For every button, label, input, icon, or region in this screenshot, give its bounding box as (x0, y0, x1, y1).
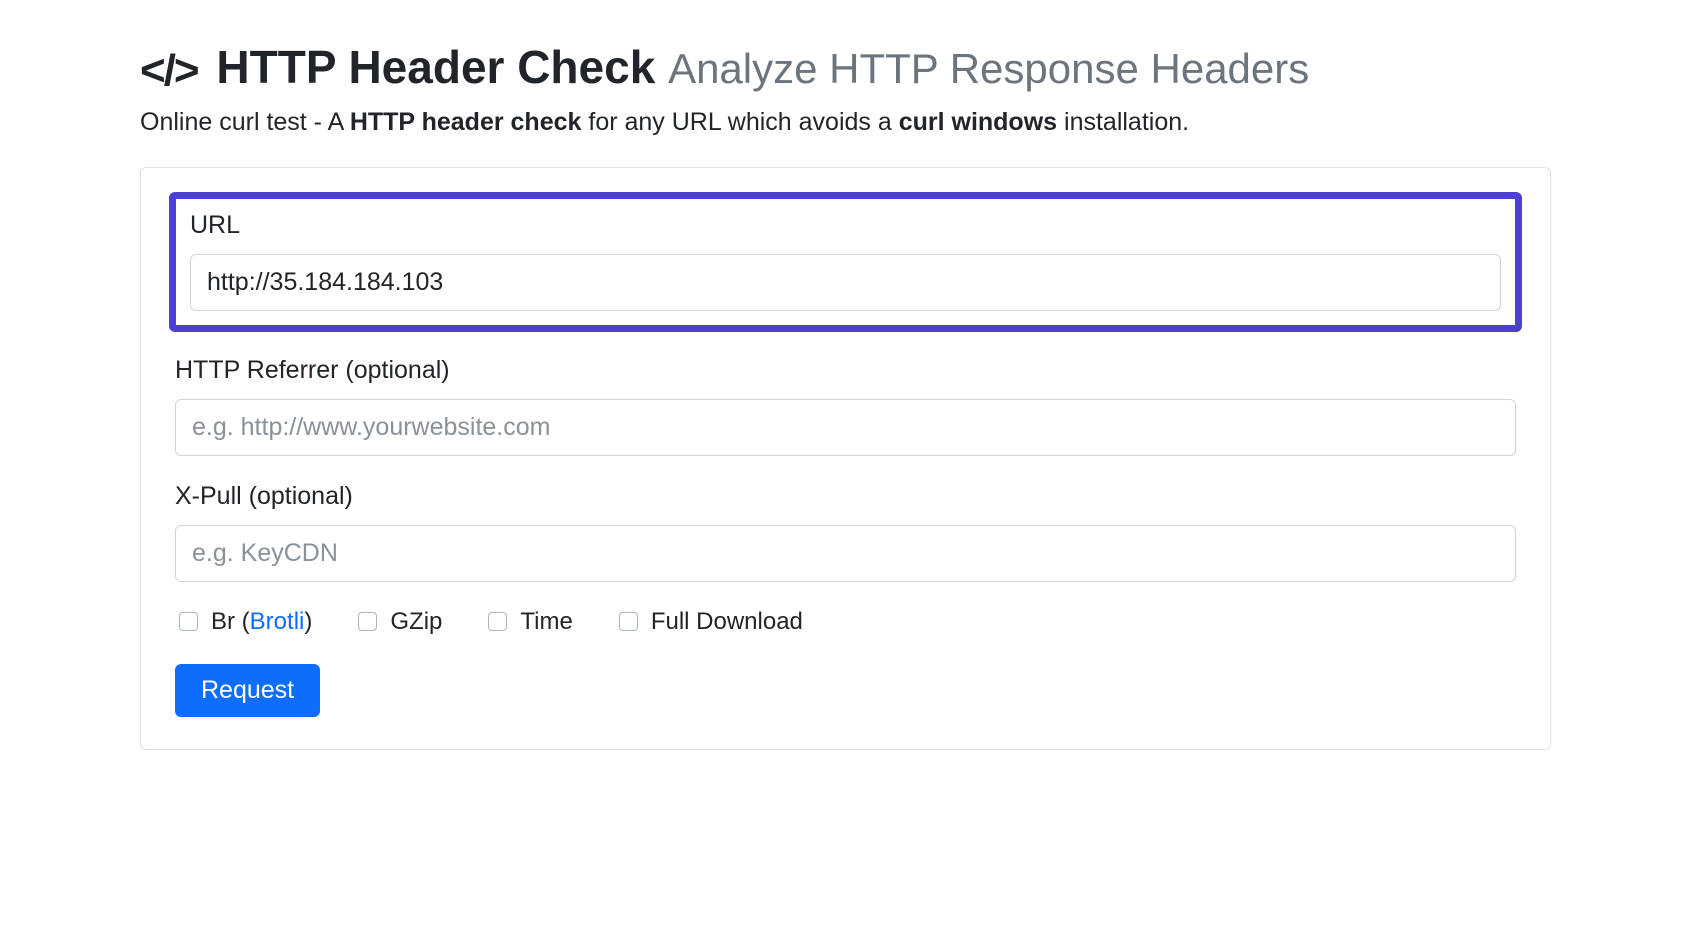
page-title: </> HTTP Header Check Analyze HTTP Respo… (140, 40, 1551, 98)
url-highlight-box: URL (169, 192, 1522, 332)
br-label: Br (Brotli) (211, 608, 312, 636)
full-download-label: Full Download (651, 608, 803, 636)
referrer-label: HTTP Referrer (optional) (175, 356, 1516, 385)
xpull-label: X-Pull (optional) (175, 482, 1516, 511)
form-card: URL HTTP Referrer (optional) X-Pull (opt… (140, 167, 1551, 750)
br-option[interactable]: Br (Brotli) (175, 608, 312, 636)
brotli-link[interactable]: Brotli (250, 608, 305, 635)
xpull-input[interactable] (175, 525, 1516, 582)
url-input[interactable] (190, 254, 1501, 311)
full-download-option[interactable]: Full Download (615, 608, 803, 636)
br-checkbox[interactable] (179, 612, 198, 631)
gzip-checkbox[interactable] (358, 612, 377, 631)
time-checkbox[interactable] (488, 612, 507, 631)
gzip-label: GZip (390, 608, 442, 636)
url-label: URL (190, 211, 1501, 240)
gzip-option[interactable]: GZip (354, 608, 442, 636)
full-download-checkbox[interactable] (619, 612, 638, 631)
time-label: Time (520, 608, 572, 636)
referrer-input[interactable] (175, 399, 1516, 456)
time-option[interactable]: Time (484, 608, 572, 636)
options-row: Br (Brotli) GZip Time Full Download (175, 608, 1516, 636)
code-icon: </> (140, 46, 198, 95)
intro-text: Online curl test - A HTTP header check f… (140, 108, 1551, 137)
title-subtitle: Analyze HTTP Response Headers (668, 45, 1309, 92)
title-main: HTTP Header Check (216, 41, 655, 93)
request-button[interactable]: Request (175, 664, 320, 717)
